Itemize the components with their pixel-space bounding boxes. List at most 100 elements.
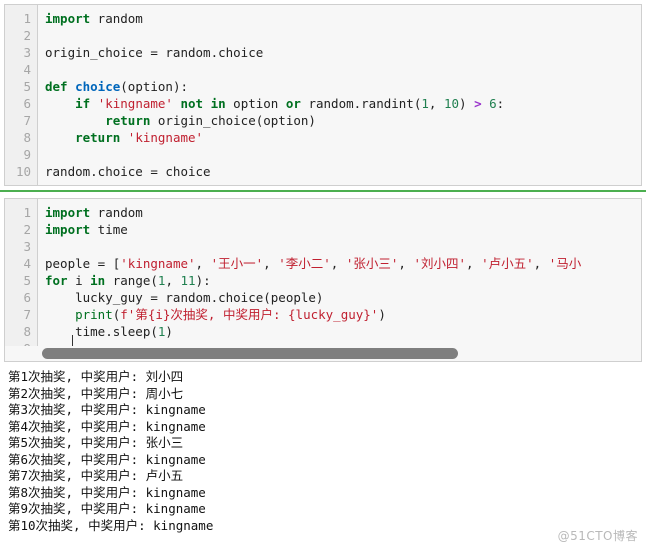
line-number: 3	[23, 239, 31, 254]
code-token: random	[90, 205, 143, 220]
code-token: ,	[165, 273, 181, 288]
output-line: 第3次抽奖, 中奖用户: kingname	[8, 402, 206, 417]
code-token: origin_choice(option)	[150, 113, 316, 128]
code-content-2[interactable]: import random import time people = ['king…	[38, 199, 641, 361]
code-token: '刘小四'	[413, 256, 467, 271]
program-output: 第1次抽奖, 中奖用户: 刘小四 第2次抽奖, 中奖用户: 周小七 第3次抽奖, 中…	[0, 369, 646, 544]
code-line[interactable]: def choice(option):	[45, 78, 641, 95]
code-token: import	[45, 11, 91, 26]
code-line[interactable]: return origin_choice(option)	[45, 112, 641, 129]
code-token: ,	[466, 256, 482, 271]
code-token: random	[90, 11, 143, 26]
code-content-1[interactable]: import random origin_choice = random.cho…	[38, 5, 641, 185]
code-line[interactable]: print(f'第{i}次抽奖, 中奖用户: {lucky_guy}')	[45, 306, 641, 323]
code-line[interactable]: import time	[45, 221, 641, 238]
code-line[interactable]: random.choice = choice	[45, 163, 641, 180]
code-token: 'kingname'	[97, 96, 173, 111]
code-token: random.randint(	[300, 96, 422, 111]
code-token: '马小	[548, 256, 582, 271]
code-line[interactable]	[45, 27, 641, 44]
code-token: or	[285, 96, 301, 111]
code-line[interactable]: for i in range(1, 11):	[45, 272, 641, 289]
code-token: ,	[533, 256, 549, 271]
output-line: 第4次抽奖, 中奖用户: kingname	[8, 418, 206, 434]
code-token: 'kingname'	[127, 130, 204, 145]
line-number: 4	[23, 62, 31, 77]
code-line[interactable]	[45, 238, 641, 255]
code-token: :	[496, 96, 505, 111]
code-token: '李小二'	[278, 256, 331, 271]
horizontal-scrollbar-thumb[interactable]	[42, 348, 458, 359]
line-number: 8	[23, 324, 31, 339]
line-number: 9	[23, 147, 31, 162]
output-line: 第7次抽奖, 中奖用户: 卢小五	[8, 468, 184, 483]
code-line[interactable]	[45, 146, 641, 163]
code-token: return	[75, 130, 121, 145]
line-number: 1	[23, 205, 31, 220]
code-token: )	[378, 307, 386, 322]
code-token: return	[105, 113, 151, 128]
code-token: 11	[180, 273, 196, 288]
code-token: range(	[105, 273, 158, 288]
code-line[interactable]: origin_choice = random.choice	[45, 44, 641, 61]
output-line: 第8次抽奖, 中奖用户: kingname	[8, 484, 206, 500]
line-number: 6	[23, 290, 31, 305]
line-number: 1	[23, 11, 31, 26]
code-line[interactable]: people = ['kingname', '王小一', '李小二', '张小三…	[45, 255, 641, 272]
code-token: in	[90, 273, 106, 288]
line-number: 8	[23, 130, 31, 145]
code-token: ,	[195, 256, 211, 271]
code-token: ,	[263, 256, 279, 271]
code-block-1-inner: 1 2 3 4 5 6 7 8 9 10 import random origin_choice …	[5, 5, 641, 185]
code-token: import	[45, 205, 91, 220]
code-token: 'kingname'	[120, 256, 196, 271]
code-token: 1	[421, 96, 429, 111]
output-line: 第2次抽奖, 中奖用户: 周小七	[8, 385, 184, 401]
line-number: 2	[23, 28, 31, 43]
line-number: 6	[23, 96, 31, 111]
code-token: not in	[180, 96, 226, 111]
code-token: ,	[428, 96, 444, 111]
line-number: 5	[23, 273, 31, 288]
green-separator-rule	[0, 190, 646, 192]
code-token: '张小三'	[345, 256, 399, 271]
code-line[interactable]: time.sleep(1)	[45, 323, 641, 340]
code-line[interactable]: import random	[45, 10, 641, 27]
code-token: )	[165, 324, 173, 339]
line-number: 3	[23, 45, 31, 60]
code-token: '王小一'	[210, 256, 264, 271]
code-token: f'第{i}次抽奖, 中奖用户: {lucky_guy}'	[120, 307, 379, 322]
code-line[interactable]: if 'kingname' not in option or random.ra…	[45, 95, 641, 112]
horizontal-scrollbar-track[interactable]	[5, 346, 641, 361]
code-token: (option):	[120, 79, 188, 94]
output-line: 第5次抽奖, 中奖用户: 张小三	[8, 435, 184, 450]
code-line[interactable]: lucky_guy = random.choice(people)	[45, 289, 641, 306]
code-token: )	[459, 96, 475, 111]
code-token: time	[90, 222, 128, 237]
code-token: ,	[398, 256, 414, 271]
code-line[interactable]	[45, 61, 641, 78]
code-token: option	[225, 96, 286, 111]
code-token: time.sleep(	[45, 324, 158, 339]
code-token: if	[75, 96, 91, 111]
code-token: def	[45, 79, 68, 94]
code-token: 10	[443, 96, 460, 111]
code-token: '卢小五'	[481, 256, 534, 271]
code-block-2[interactable]: 123456789 import randomimport time peopl…	[4, 198, 642, 362]
code-line[interactable]: return 'kingname'	[45, 129, 641, 146]
code-token: print	[75, 307, 113, 322]
code-token: choice	[75, 79, 121, 94]
code-block-1[interactable]: 1 2 3 4 5 6 7 8 9 10 import random origin_choice …	[4, 4, 642, 186]
line-number: 2	[23, 222, 31, 237]
code-block-2-inner: 123456789 import randomimport time peopl…	[5, 199, 641, 361]
code-line[interactable]: import random	[45, 204, 641, 221]
code-token: ,	[330, 256, 346, 271]
